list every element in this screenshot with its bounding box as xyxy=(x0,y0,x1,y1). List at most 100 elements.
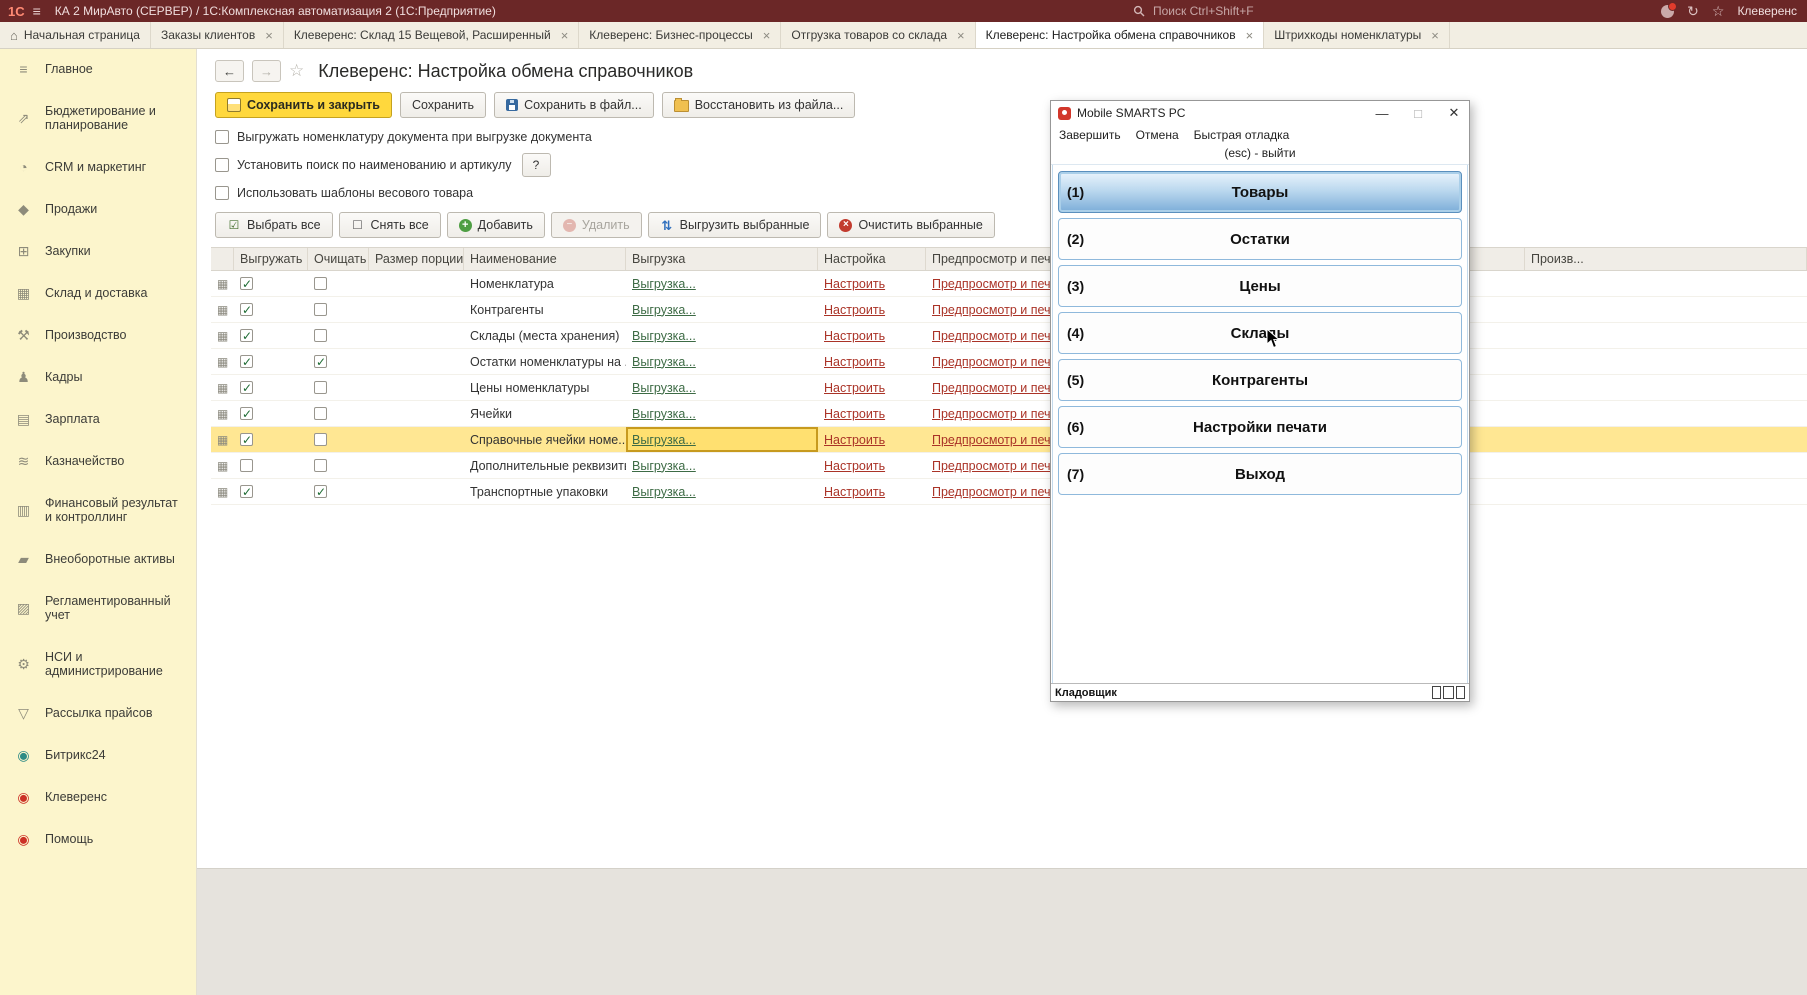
configure-link[interactable]: Настроить xyxy=(824,303,885,317)
maximize-icon[interactable]: □ xyxy=(1403,102,1433,124)
favorites-star-icon[interactable]: ☆ xyxy=(1712,4,1725,18)
sidebar-item-16[interactable]: ◉Клеверенс xyxy=(0,776,196,818)
sidebar-item-11[interactable]: ▰Внеоборотные активы xyxy=(0,538,196,580)
upload-checkbox[interactable] xyxy=(240,303,253,316)
dialog-button-1[interactable]: (1)Товары xyxy=(1058,171,1462,213)
dialog-button-7[interactable]: (7)Выход xyxy=(1058,453,1462,495)
table-row[interactable]: ▦Склады (места хранения)Выгрузка...Настр… xyxy=(211,323,1807,349)
table-header-cell[interactable]: Произв... xyxy=(1525,248,1807,270)
table-header-cell[interactable]: Наименование xyxy=(464,248,626,270)
clear-checkbox[interactable] xyxy=(314,381,327,394)
help-button[interactable]: ? xyxy=(522,153,551,177)
upload-link[interactable]: Выгрузка... xyxy=(632,433,696,447)
upload-link[interactable]: Выгрузка... xyxy=(632,407,696,421)
toolbar-button-5[interactable]: Очистить выбранные xyxy=(827,212,994,238)
toolbar-button-1[interactable]: Снять все xyxy=(339,212,441,238)
clear-checkbox[interactable] xyxy=(314,329,327,342)
tab-0[interactable]: ⌂Начальная страница xyxy=(0,22,151,48)
history-icon[interactable]: ↻ xyxy=(1687,4,1699,18)
forward-button[interactable]: → xyxy=(252,60,281,82)
upload-checkbox[interactable] xyxy=(240,459,253,472)
clear-checkbox[interactable] xyxy=(314,485,327,498)
dialog-menu-item-2[interactable]: Быстрая отладка xyxy=(1194,128,1290,142)
clear-checkbox[interactable] xyxy=(314,277,327,290)
sidebar-item-1[interactable]: ⇗Бюджетирование и планирование xyxy=(0,90,196,146)
table-row[interactable]: ▦Остатки номенклатуры на ...Выгрузка...Н… xyxy=(211,349,1807,375)
sidebar-item-10[interactable]: ▥Финансовый результат и контроллинг xyxy=(0,482,196,538)
sidebar-item-6[interactable]: ⚒Производство xyxy=(0,314,196,356)
preview-link[interactable]: Предпросмотр и печ... xyxy=(932,277,1061,291)
tab-close-icon[interactable]: × xyxy=(1431,28,1439,43)
table-header-cell[interactable]: Размер порции xyxy=(369,248,464,270)
save-button[interactable]: Сохранить xyxy=(400,92,486,118)
sidebar-item-15[interactable]: ◉Битрикс24 xyxy=(0,734,196,776)
upload-link[interactable]: Выгрузка... xyxy=(632,277,696,291)
dialog-button-6[interactable]: (6)Настройки печати xyxy=(1058,406,1462,448)
configure-link[interactable]: Настроить xyxy=(824,381,885,395)
preview-link[interactable]: Предпросмотр и печ... xyxy=(932,355,1061,369)
upload-checkbox[interactable] xyxy=(240,485,253,498)
configure-link[interactable]: Настроить xyxy=(824,329,885,343)
clear-checkbox[interactable] xyxy=(314,355,327,368)
dialog-titlebar[interactable]: Mobile SMARTS PC — □ ✕ xyxy=(1051,101,1469,125)
main-menu-icon[interactable]: ≡ xyxy=(33,3,41,19)
toolbar-button-3[interactable]: Удалить xyxy=(551,212,642,238)
toolbar-button-2[interactable]: Добавить xyxy=(447,212,545,238)
table-header-cell[interactable]: Очищать xyxy=(308,248,369,270)
tab-6[interactable]: Штрихкоды номенклатуры× xyxy=(1264,22,1450,48)
configure-link[interactable]: Настроить xyxy=(824,485,885,499)
table-row[interactable]: ▦Цены номенклатурыВыгрузка...НастроитьПр… xyxy=(211,375,1807,401)
sidebar-item-13[interactable]: ⚙НСИ и администрирование xyxy=(0,636,196,692)
table-header-cell[interactable]: Настройка xyxy=(818,248,926,270)
preview-link[interactable]: Предпросмотр и печ... xyxy=(932,381,1061,395)
sidebar-item-2[interactable]: ◔CRM и маркетинг xyxy=(0,146,196,188)
preview-link[interactable]: Предпросмотр и печ... xyxy=(932,407,1061,421)
sidebar-item-9[interactable]: ≋Казначейство xyxy=(0,440,196,482)
sidebar-item-14[interactable]: ▽Рассылка прайсов xyxy=(0,692,196,734)
notifications-icon[interactable] xyxy=(1661,5,1674,18)
sidebar-item-3[interactable]: ◆Продажи xyxy=(0,188,196,230)
upload-checkbox[interactable] xyxy=(240,381,253,394)
back-button[interactable]: ← xyxy=(215,60,244,82)
table-row[interactable]: ▦Дополнительные реквизитыВыгрузка...Наст… xyxy=(211,453,1807,479)
preview-link[interactable]: Предпросмотр и печ... xyxy=(932,459,1061,473)
table-header-cell[interactable]: Выгрузка xyxy=(626,248,818,270)
search-input[interactable] xyxy=(1151,3,1305,19)
global-search[interactable] xyxy=(1133,3,1305,19)
clear-checkbox[interactable] xyxy=(314,459,327,472)
dialog-button-3[interactable]: (3)Цены xyxy=(1058,265,1462,307)
upload-link[interactable]: Выгрузка... xyxy=(632,485,696,499)
clear-checkbox[interactable] xyxy=(314,303,327,316)
dialog-button-4[interactable]: (4)Склады xyxy=(1058,312,1462,354)
upload-link[interactable]: Выгрузка... xyxy=(632,329,696,343)
dialog-menu-item-0[interactable]: Завершить xyxy=(1059,128,1121,142)
restore-from-file-button[interactable]: Восстановить из файла... xyxy=(662,92,856,118)
dialog-button-2[interactable]: (2)Остатки xyxy=(1058,218,1462,260)
dialog-button-5[interactable]: (5)Контрагенты xyxy=(1058,359,1462,401)
close-icon[interactable]: ✕ xyxy=(1439,102,1469,124)
upload-checkbox[interactable] xyxy=(240,277,253,290)
tab-close-icon[interactable]: × xyxy=(763,28,771,43)
tab-close-icon[interactable]: × xyxy=(957,28,965,43)
sidebar-item-4[interactable]: ⊞Закупки xyxy=(0,230,196,272)
configure-link[interactable]: Настроить xyxy=(824,277,885,291)
clear-checkbox[interactable] xyxy=(314,407,327,420)
table-row[interactable]: ▦НоменклатураВыгрузка...НастроитьПредпро… xyxy=(211,271,1807,297)
upload-link[interactable]: Выгрузка... xyxy=(632,355,696,369)
save-and-close-button[interactable]: Сохранить и закрыть xyxy=(215,92,392,118)
table-row[interactable]: ▦КонтрагентыВыгрузка...НастроитьПредпрос… xyxy=(211,297,1807,323)
upload-checkbox[interactable] xyxy=(240,329,253,342)
option-checkbox[interactable] xyxy=(215,186,229,200)
upload-link[interactable]: Выгрузка... xyxy=(632,459,696,473)
tab-close-icon[interactable]: × xyxy=(1246,28,1254,43)
toolbar-button-4[interactable]: Выгрузить выбранные xyxy=(648,212,822,238)
upload-link[interactable]: Выгрузка... xyxy=(632,381,696,395)
option-checkbox[interactable] xyxy=(215,130,229,144)
save-to-file-button[interactable]: Сохранить в файл... xyxy=(494,92,654,118)
tab-5[interactable]: Клеверенс: Настройка обмена справочников… xyxy=(976,22,1265,48)
upload-link[interactable]: Выгрузка... xyxy=(632,303,696,317)
favorite-page-star-icon[interactable]: ☆ xyxy=(289,61,304,81)
tab-2[interactable]: Клеверенс: Склад 15 Вещевой, Расширенный… xyxy=(284,22,579,48)
configure-link[interactable]: Настроить xyxy=(824,433,885,447)
upload-checkbox[interactable] xyxy=(240,355,253,368)
